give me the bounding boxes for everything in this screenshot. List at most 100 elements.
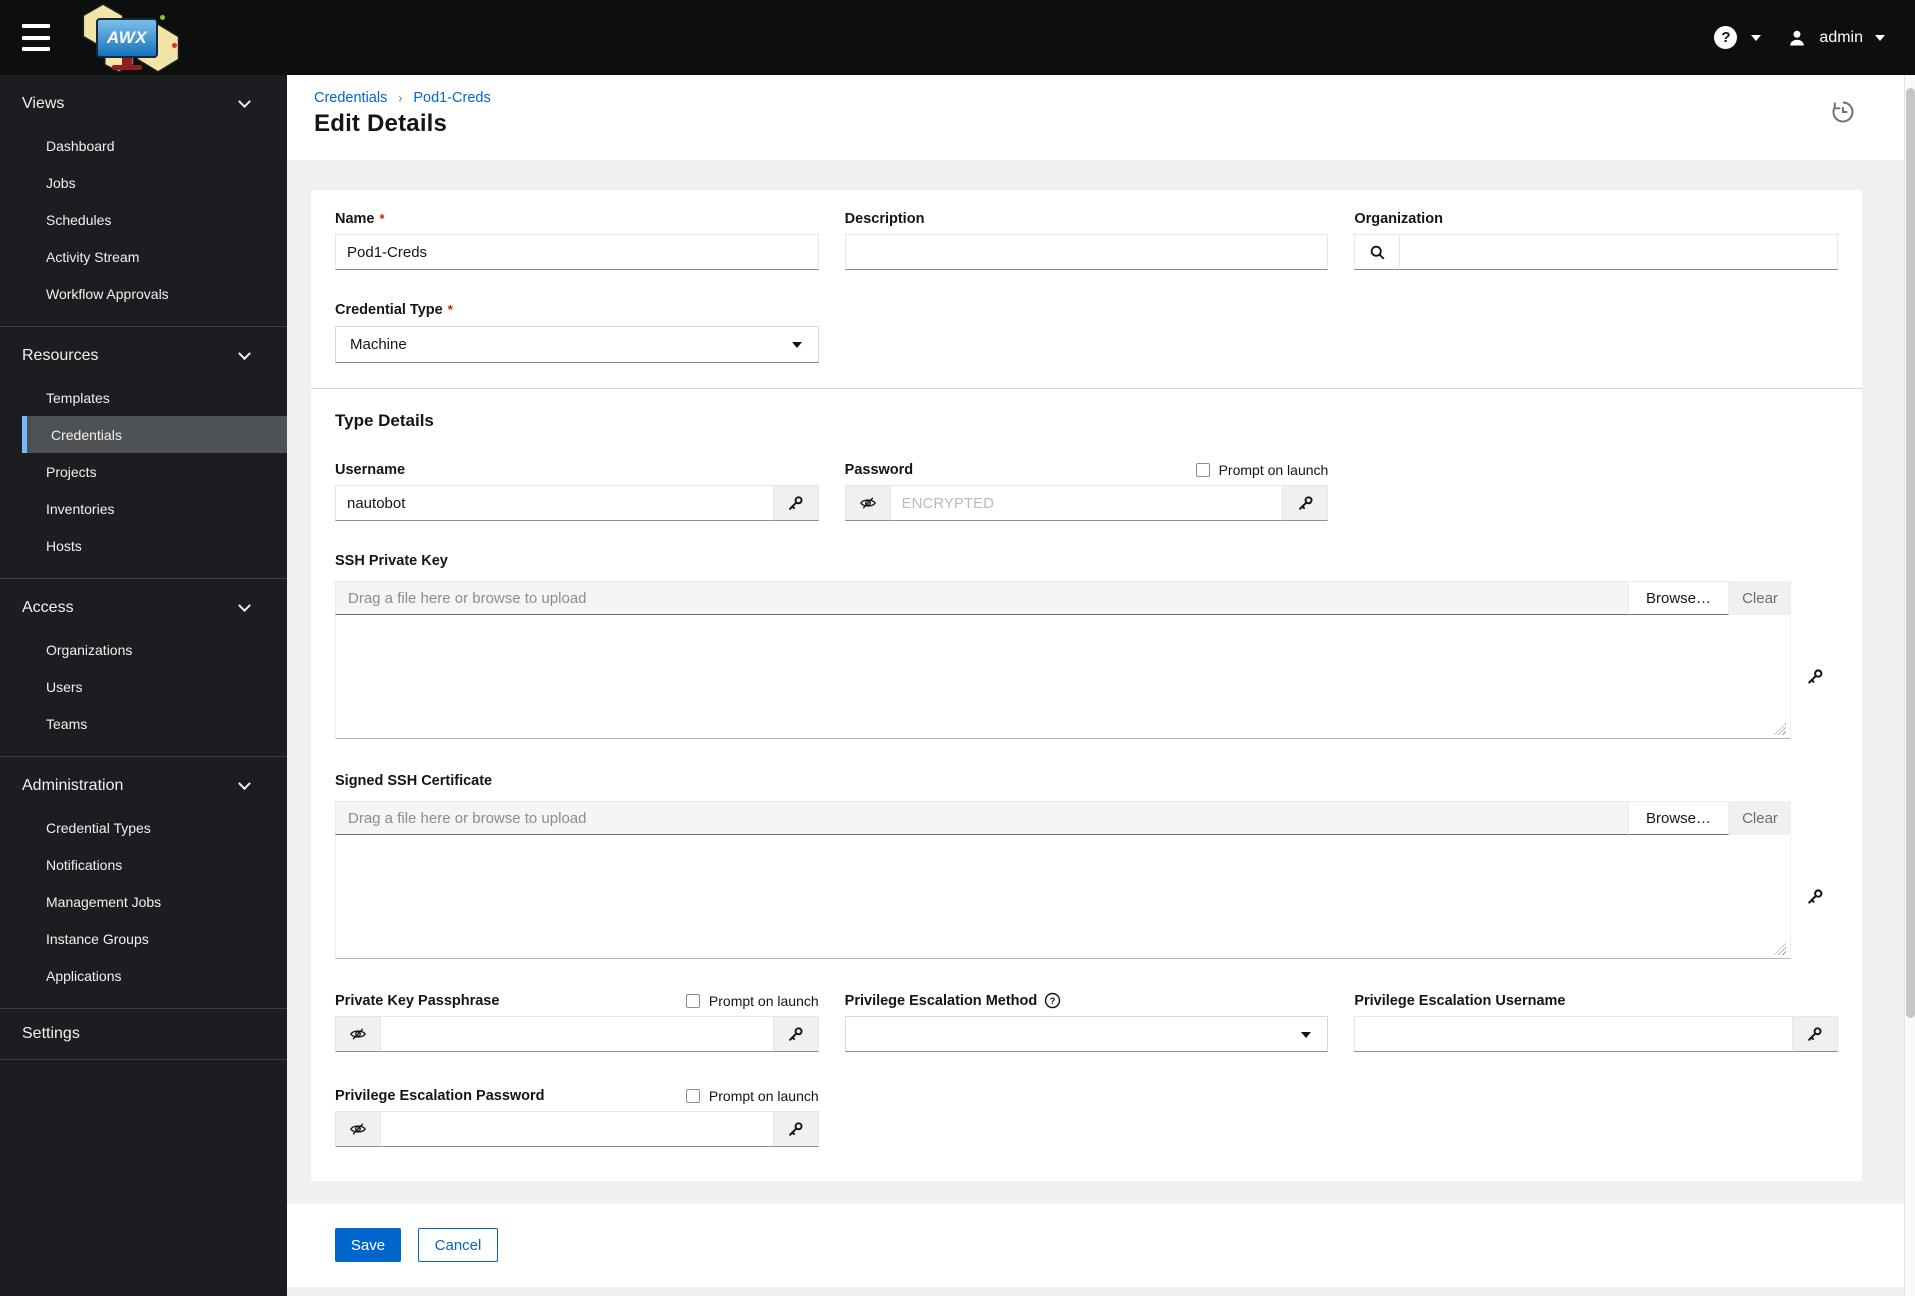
- awx-logo[interactable]: AWX: [72, 3, 182, 73]
- section-label: Administration: [22, 777, 124, 794]
- save-button[interactable]: Save: [335, 1228, 401, 1262]
- sidebar-section-access[interactable]: Access: [0, 585, 287, 631]
- name-input[interactable]: [335, 234, 819, 270]
- password-show-hide-button[interactable]: [844, 485, 891, 521]
- page-title: Edit Details: [314, 110, 448, 137]
- passphrase-credential-lookup-button[interactable]: [772, 1016, 819, 1052]
- privilege-escalation-password-input[interactable]: [380, 1111, 774, 1147]
- signed-ssh-certificate-textarea[interactable]: [335, 835, 1791, 959]
- sidebar-item-activity-stream[interactable]: Activity Stream: [0, 238, 287, 275]
- sidebar-item-templates[interactable]: Templates: [0, 379, 287, 416]
- ssh-private-key-credential-lookup-button[interactable]: [1791, 615, 1838, 739]
- signed-ssh-certificate-browse-button[interactable]: Browse…: [1628, 801, 1729, 835]
- sidebar-section-administration[interactable]: Administration: [0, 763, 287, 809]
- svg-text:?: ?: [1050, 996, 1056, 1007]
- eye-slash-icon: [349, 1028, 367, 1040]
- sidebar-item-dashboard[interactable]: Dashboard: [0, 127, 287, 164]
- sidebar-item-notifications[interactable]: Notifications: [0, 846, 287, 883]
- passphrase-prompt-on-launch[interactable]: Prompt on launch: [685, 992, 819, 1009]
- sidebar-item-management-jobs[interactable]: Management Jobs: [0, 883, 287, 920]
- sidebar-item-credentials[interactable]: Credentials: [22, 416, 287, 453]
- nav-toggle-button[interactable]: [22, 24, 52, 51]
- privilege-escalation-username-input[interactable]: [1354, 1016, 1793, 1052]
- password-credential-lookup-button[interactable]: [1282, 485, 1329, 521]
- credential-type-select[interactable]: Machine: [335, 326, 819, 363]
- sidebar-section-views[interactable]: Views: [0, 81, 287, 127]
- help-popover-button[interactable]: ?: [1044, 992, 1061, 1009]
- password-prompt-on-launch[interactable]: Prompt on launch: [1195, 461, 1329, 478]
- masthead: AWX ? admin: [0, 0, 1915, 75]
- priv-esc-password-prompt-on-launch[interactable]: Prompt on launch: [685, 1087, 819, 1104]
- sidebar-item-users[interactable]: Users: [0, 668, 287, 705]
- breadcrumb-separator: ›: [398, 91, 403, 105]
- sidebar-item-hosts[interactable]: Hosts: [0, 527, 287, 564]
- activity-history-button[interactable]: [1830, 99, 1856, 125]
- key-icon: [1807, 669, 1822, 684]
- priv-esc-password-show-hide-button[interactable]: [335, 1111, 381, 1147]
- prompt-on-launch-label: Prompt on launch: [708, 1087, 819, 1104]
- passphrase-show-hide-button[interactable]: [335, 1016, 381, 1052]
- scrollbar-thumb[interactable]: [1906, 88, 1915, 1018]
- signed-ssh-certificate-drop-input[interactable]: [335, 801, 1629, 835]
- username-label: admin: [1819, 28, 1863, 46]
- prompt-on-launch-checkbox[interactable]: [685, 1088, 700, 1103]
- sidebar-item-jobs[interactable]: Jobs: [0, 164, 287, 201]
- username-input[interactable]: [335, 485, 774, 521]
- sidebar-item-instance-groups[interactable]: Instance Groups: [0, 920, 287, 957]
- ssh-private-key-browse-button[interactable]: Browse…: [1628, 581, 1729, 615]
- priv-esc-username-credential-lookup-button[interactable]: [1791, 1016, 1838, 1052]
- chevron-down-icon: [238, 346, 251, 360]
- organization-input[interactable]: [1399, 234, 1838, 270]
- sidebar-item-workflow-approvals[interactable]: Workflow Approvals: [0, 275, 287, 312]
- description-input[interactable]: [844, 234, 1329, 270]
- sidebar-item-projects[interactable]: Projects: [0, 453, 287, 490]
- cancel-button[interactable]: Cancel: [418, 1228, 498, 1262]
- prompt-on-launch-label: Prompt on launch: [1218, 461, 1329, 478]
- main-content: Credentials › Pod1-Creds Edit Details Na…: [287, 75, 1904, 1296]
- section-label: Access: [22, 599, 74, 616]
- private-key-passphrase-input[interactable]: [380, 1016, 774, 1052]
- signed-ssh-certificate-credential-lookup-button[interactable]: [1791, 835, 1838, 959]
- sidebar-item-inventories[interactable]: Inventories: [0, 490, 287, 527]
- prompt-on-launch-checkbox[interactable]: [685, 993, 700, 1008]
- password-label: Password: [844, 461, 914, 478]
- help-icon: ?: [1714, 26, 1738, 49]
- sidebar-item-teams[interactable]: Teams: [0, 705, 287, 742]
- type-details-heading: Type Details: [335, 411, 434, 430]
- key-icon: [789, 1026, 803, 1041]
- sidebar-item-credential-types[interactable]: Credential Types: [0, 809, 287, 846]
- ssh-private-key-drop-input[interactable]: [335, 581, 1629, 615]
- breadcrumb-link-credentials[interactable]: Credentials: [314, 90, 387, 106]
- privilege-escalation-method-select[interactable]: [844, 1016, 1329, 1052]
- eye-slash-icon: [859, 497, 876, 509]
- breadcrumb-link-pod1-creds[interactable]: Pod1-Creds: [413, 90, 490, 106]
- sidebar-section-resources[interactable]: Resources: [0, 333, 287, 379]
- logo-dot: [172, 43, 177, 48]
- key-icon: [1808, 1026, 1822, 1041]
- key-icon: [789, 495, 803, 510]
- prompt-on-launch-checkbox[interactable]: [1195, 462, 1210, 477]
- user-menu-button[interactable]: admin: [1787, 28, 1885, 48]
- page-scrollbar: [1904, 75, 1915, 1296]
- organization-label: Organization: [1354, 210, 1443, 227]
- sidebar-item-organizations[interactable]: Organizations: [0, 631, 287, 668]
- history-icon: [1832, 101, 1854, 123]
- signed-ssh-certificate-clear-button[interactable]: Clear: [1729, 801, 1791, 835]
- prompt-on-launch-label: Prompt on launch: [708, 992, 819, 1009]
- sidebar-item-schedules[interactable]: Schedules: [0, 201, 287, 238]
- key-icon: [789, 1121, 803, 1136]
- chevron-down-icon: [238, 598, 251, 612]
- priv-esc-password-credential-lookup-button[interactable]: [772, 1111, 819, 1147]
- help-menu-button[interactable]: ?: [1714, 26, 1762, 49]
- sidebar-item-applications[interactable]: Applications: [0, 957, 287, 994]
- page-header: Credentials › Pod1-Creds Edit Details: [287, 75, 1904, 160]
- credential-type-value: Machine: [350, 336, 407, 353]
- description-label: Description: [844, 210, 925, 227]
- ssh-private-key-clear-button[interactable]: Clear: [1729, 581, 1791, 615]
- organization-search-button[interactable]: [1354, 234, 1401, 270]
- section-label: Resources: [22, 347, 99, 364]
- sidebar-item-settings[interactable]: Settings: [0, 1009, 287, 1059]
- username-credential-lookup-button[interactable]: [772, 485, 819, 521]
- ssh-private-key-textarea[interactable]: [335, 615, 1791, 739]
- password-input[interactable]: [889, 485, 1284, 521]
